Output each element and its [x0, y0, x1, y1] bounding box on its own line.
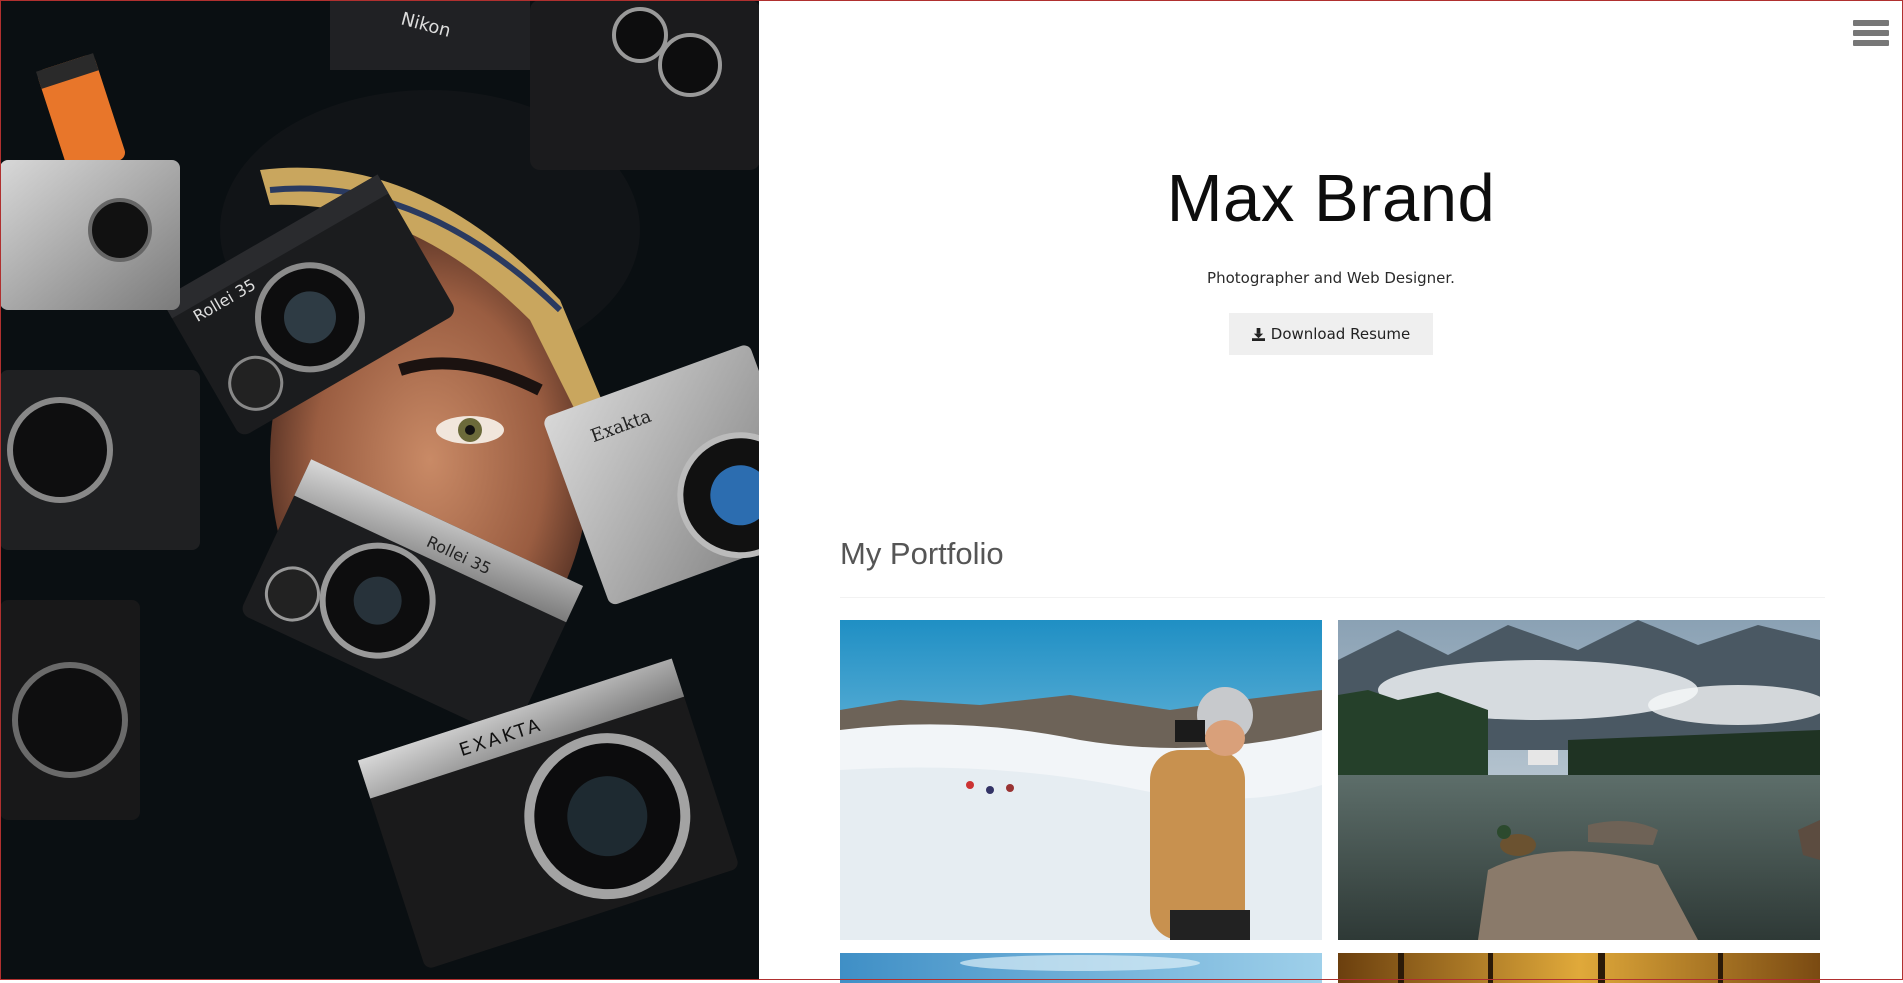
tagline: Photographer and Web Designer.: [1207, 269, 1455, 287]
hero-image: Rollei 35 Rollei 35 EXAKTA Exakta Nikon: [0, 0, 759, 980]
divider: [840, 597, 1825, 598]
intro-section: Max Brand Photographer and Web Designer.…: [759, 160, 1903, 355]
download-icon: [1251, 327, 1265, 341]
hamburger-line: [1853, 20, 1889, 26]
hamburger-icon[interactable]: [1853, 20, 1889, 54]
portfolio-item-sky[interactable]: [840, 953, 1322, 983]
portfolio-heading: My Portfolio: [840, 536, 1004, 571]
main-content: Max Brand Photographer and Web Designer.…: [759, 0, 1903, 983]
hamburger-line: [1853, 40, 1889, 46]
hamburger-line: [1853, 30, 1889, 36]
portfolio-item-mountain-lake[interactable]: [1338, 620, 1820, 940]
portfolio-item-snow-mountain[interactable]: [840, 620, 1322, 940]
page-title: Max Brand: [1166, 161, 1496, 236]
download-resume-label: Download Resume: [1270, 325, 1411, 343]
portfolio-item-forest[interactable]: [1338, 953, 1820, 983]
download-resume-button[interactable]: Download Resume: [1228, 313, 1434, 355]
